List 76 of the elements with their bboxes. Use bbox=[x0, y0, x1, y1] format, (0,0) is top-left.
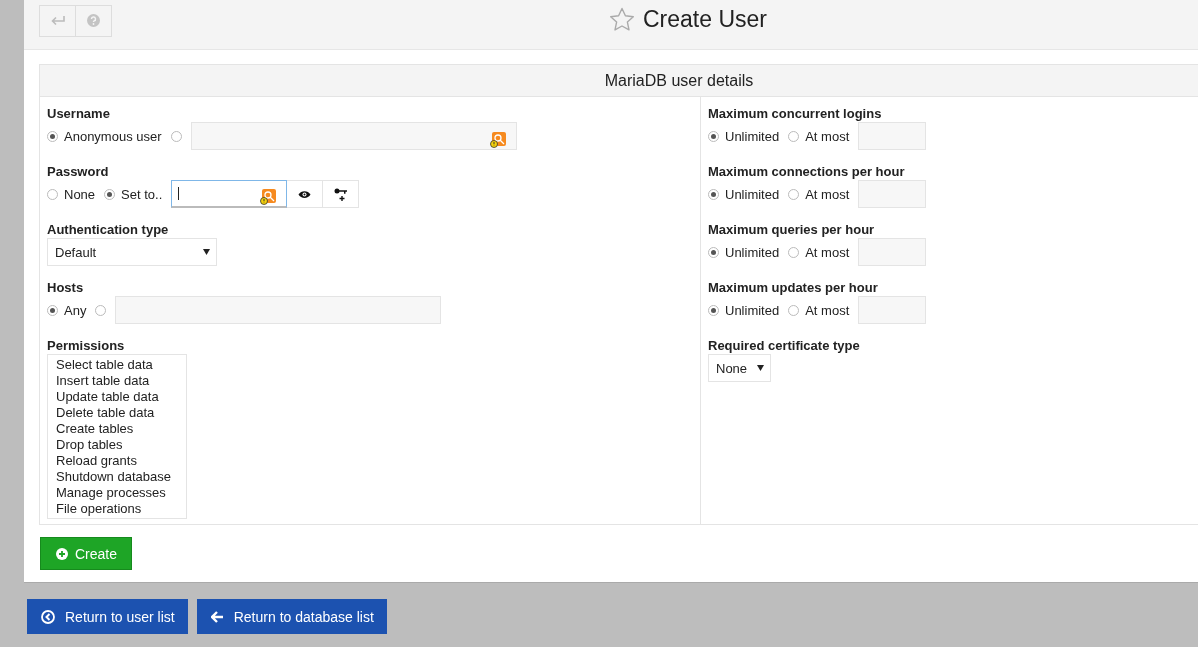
input-field[interactable] bbox=[858, 296, 927, 324]
field-label: Hosts bbox=[47, 279, 85, 296]
field-label: Username bbox=[47, 105, 111, 122]
list-option[interactable]: Insert table data bbox=[56, 373, 186, 389]
return-arrow-icon bbox=[50, 15, 65, 26]
list-option[interactable]: File operations bbox=[56, 501, 186, 517]
permissions-list[interactable]: Select table data Insert table data Update table data Delete table data Create tables Drop tables Reload grants Shutdown database Manage processes File operations bbox=[47, 354, 187, 519]
password-field[interactable] bbox=[171, 180, 288, 208]
return-button[interactable]: Return to database list bbox=[196, 599, 387, 634]
radio-label: None bbox=[64, 186, 96, 202]
list-option[interactable]: Create tables bbox=[56, 421, 186, 437]
password-manager-icon[interactable] bbox=[489, 132, 506, 148]
input-field[interactable] bbox=[858, 180, 927, 208]
return-button[interactable]: Return to user list bbox=[27, 599, 188, 634]
radio-button[interactable] bbox=[47, 130, 58, 142]
list-option[interactable]: Delete table data bbox=[56, 405, 186, 421]
dropdown-caret-icon bbox=[203, 249, 210, 255]
input-field[interactable] bbox=[858, 122, 927, 150]
radio-button[interactable] bbox=[708, 304, 719, 316]
dropdown[interactable]: Default bbox=[47, 238, 217, 266]
radio-button[interactable] bbox=[95, 304, 107, 316]
radio-button[interactable] bbox=[708, 188, 719, 200]
field-label: Password bbox=[47, 163, 110, 180]
radio-label: At most bbox=[805, 186, 850, 202]
radio-button[interactable] bbox=[788, 188, 800, 200]
radio-button[interactable] bbox=[708, 246, 719, 258]
text-cursor bbox=[178, 187, 180, 200]
field-label: Maximum concurrent logins bbox=[708, 105, 883, 122]
input-field[interactable] bbox=[858, 238, 927, 266]
left-arrow-icon bbox=[210, 610, 224, 623]
page-title: Create User bbox=[643, 6, 767, 33]
radio-button[interactable] bbox=[104, 188, 116, 200]
radio-button[interactable] bbox=[47, 304, 58, 316]
password-manager-icon[interactable] bbox=[260, 189, 277, 205]
input-field[interactable] bbox=[190, 122, 517, 150]
radio-label: Unlimited bbox=[725, 186, 780, 202]
radio-button[interactable] bbox=[788, 304, 800, 316]
radio-label: Anonymous user bbox=[64, 128, 162, 144]
radio-label: Unlimited bbox=[725, 244, 780, 260]
panel-title: MariaDB user details bbox=[40, 65, 1198, 97]
radio-button[interactable] bbox=[708, 130, 719, 142]
list-option[interactable]: Update table data bbox=[56, 389, 186, 405]
field-label: Required certificate type bbox=[708, 337, 861, 354]
field-label: Permissions bbox=[47, 337, 126, 354]
help-button[interactable] bbox=[75, 4, 112, 37]
plus-circle-icon bbox=[56, 547, 68, 560]
radio-label: At most bbox=[805, 244, 850, 260]
dropdown-caret-icon bbox=[757, 365, 765, 371]
key-plus-icon bbox=[333, 187, 348, 201]
field-label: Maximum connections per hour bbox=[708, 163, 906, 180]
list-option[interactable]: Reload grants bbox=[56, 453, 186, 469]
star-icon[interactable] bbox=[609, 7, 635, 32]
radio-label: Unlimited bbox=[725, 128, 780, 144]
radio-button[interactable] bbox=[788, 130, 800, 142]
radio-label: At most bbox=[805, 128, 850, 144]
field-label: Maximum updates per hour bbox=[708, 279, 879, 296]
field-label: Authentication type bbox=[47, 221, 170, 238]
input-field[interactable] bbox=[115, 296, 442, 324]
back-circle-icon bbox=[41, 609, 55, 624]
list-option[interactable]: Select table data bbox=[56, 357, 186, 373]
radio-label: Unlimited bbox=[725, 302, 780, 318]
list-option[interactable]: Shutdown database bbox=[56, 469, 186, 485]
dropdown[interactable]: None bbox=[708, 354, 772, 382]
radio-label: At most bbox=[805, 302, 850, 318]
radio-button[interactable] bbox=[47, 188, 58, 200]
list-option[interactable]: Manage processes bbox=[56, 485, 186, 501]
generate-password-button[interactable] bbox=[322, 180, 360, 208]
eye-icon bbox=[298, 189, 312, 199]
radio-button[interactable] bbox=[170, 130, 182, 142]
radio-button[interactable] bbox=[788, 246, 800, 258]
back-button[interactable] bbox=[39, 4, 76, 37]
radio-label: Any bbox=[64, 302, 87, 318]
field-label: Maximum queries per hour bbox=[708, 221, 876, 238]
help-icon bbox=[87, 14, 100, 27]
radio-label: Set to.. bbox=[121, 186, 163, 202]
list-option[interactable]: Drop tables bbox=[56, 437, 186, 453]
